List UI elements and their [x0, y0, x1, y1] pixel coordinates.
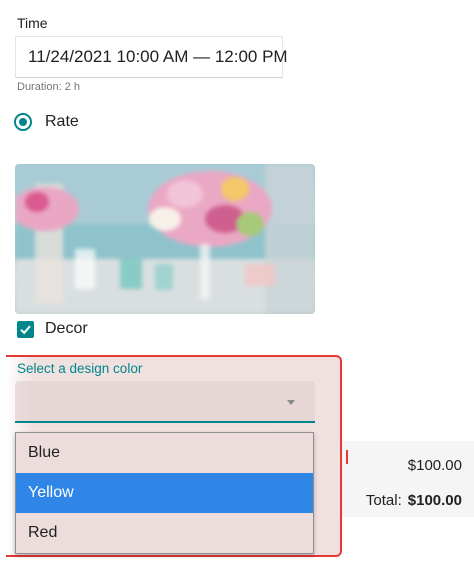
design-color-select[interactable]: [15, 381, 315, 423]
decor-photo-graphic: [15, 164, 315, 314]
design-color-dropdown-list: Blue Yellow Red: [15, 432, 314, 554]
annotation-notch: [338, 450, 348, 464]
rate-label: Rate: [45, 113, 79, 130]
time-range-field[interactable]: 11/24/2021 10:00 AM — 12:00 PM: [15, 36, 288, 78]
line-amount: $100.00: [407, 457, 462, 474]
decor-label: Decor: [45, 320, 88, 337]
radio-icon[interactable]: [14, 113, 32, 131]
option-yellow[interactable]: Yellow: [16, 473, 313, 513]
decor-checkbox-option[interactable]: Decor: [17, 320, 88, 338]
booking-form: Time 11/24/2021 10:00 AM — 12:00 PM Dura…: [0, 0, 474, 569]
time-label: Time: [17, 15, 48, 31]
total-label: Total:: [365, 492, 402, 509]
checkmark-icon: [20, 325, 31, 334]
option-red[interactable]: Red: [16, 513, 313, 553]
dropdown-arrow-icon[interactable]: [287, 400, 295, 405]
checkbox-checked-icon[interactable]: [17, 320, 34, 338]
total-value: $100.00: [407, 492, 462, 509]
option-blue[interactable]: Blue: [16, 433, 313, 473]
duration-text: Duration: 2 h: [17, 81, 80, 93]
total-row: Total: $100.00: [366, 492, 462, 509]
design-color-label: Select a design color: [17, 361, 143, 376]
radio-selected-dot: [19, 118, 27, 126]
rate-radio-option[interactable]: Rate: [14, 113, 79, 131]
decor-image: [15, 164, 315, 314]
